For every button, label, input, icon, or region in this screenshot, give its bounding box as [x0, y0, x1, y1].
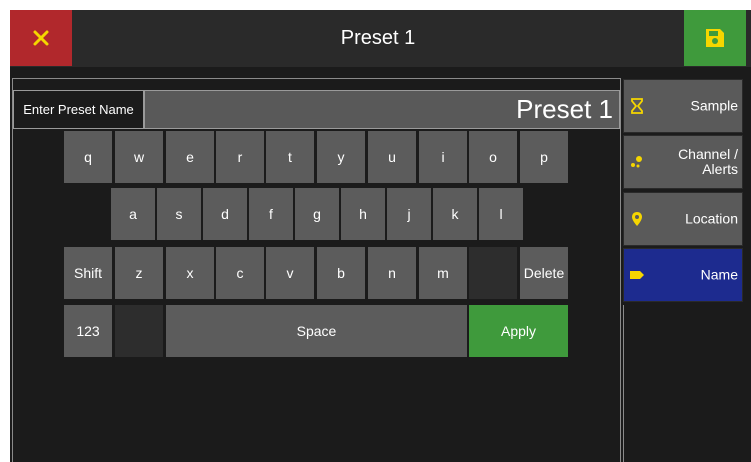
key-x[interactable]: x	[166, 247, 214, 299]
apply-button[interactable]: Apply	[469, 305, 568, 357]
nav-item-channel-alerts[interactable]: Channel / Alerts	[623, 135, 743, 189]
key-blank-2	[115, 305, 163, 357]
key-d[interactable]: d	[203, 188, 247, 240]
key-q[interactable]: q	[64, 131, 112, 183]
page-title: Preset 1	[340, 27, 416, 49]
key-u[interactable]: u	[368, 131, 416, 183]
key-g[interactable]: g	[295, 188, 339, 240]
key-b[interactable]: b	[317, 247, 365, 299]
nav-item-label: Location	[685, 210, 738, 227]
key-y[interactable]: y	[317, 131, 365, 183]
nav-item-label: Channel / Alerts	[678, 146, 738, 177]
key-o[interactable]: o	[469, 131, 517, 183]
close-button[interactable]	[10, 10, 72, 66]
nav-empty-area	[623, 305, 743, 462]
key-w[interactable]: w	[115, 131, 163, 183]
key-n[interactable]: n	[368, 247, 416, 299]
key-numbers[interactable]: 123	[64, 305, 112, 357]
tag-icon	[630, 271, 644, 279]
key-h[interactable]: h	[341, 188, 385, 240]
key-a[interactable]: a	[111, 188, 155, 240]
save-button[interactable]	[684, 10, 746, 66]
key-i[interactable]: i	[419, 131, 467, 183]
location-pin-icon	[632, 212, 642, 226]
nav-item-sample[interactable]: Sample	[623, 79, 743, 133]
key-blank	[469, 247, 517, 299]
hourglass-icon	[631, 98, 643, 114]
header-bar: Preset 1	[10, 10, 751, 67]
channel-icon	[631, 156, 642, 168]
key-e[interactable]: e	[166, 131, 214, 183]
key-m[interactable]: m	[419, 247, 467, 299]
preset-name-input[interactable]: Preset 1	[144, 90, 620, 129]
key-k[interactable]: k	[433, 188, 477, 240]
key-f[interactable]: f	[249, 188, 293, 240]
key-s[interactable]: s	[157, 188, 201, 240]
key-space[interactable]: Space	[166, 305, 467, 357]
close-icon	[33, 30, 49, 46]
key-j[interactable]: j	[387, 188, 431, 240]
key-v[interactable]: v	[266, 247, 314, 299]
nav-item-location[interactable]: Location	[623, 192, 743, 246]
key-l[interactable]: l	[479, 188, 523, 240]
key-p[interactable]: p	[520, 131, 568, 183]
save-icon	[706, 29, 724, 47]
nav-item-label: Sample	[690, 97, 738, 114]
key-c[interactable]: c	[216, 247, 264, 299]
key-shift[interactable]: Shift	[64, 247, 112, 299]
key-t[interactable]: t	[266, 131, 314, 183]
nav-item-label: Name	[700, 266, 738, 283]
name-field-label: Enter Preset Name	[13, 90, 144, 129]
key-z[interactable]: z	[115, 247, 163, 299]
key-r[interactable]: r	[216, 131, 264, 183]
key-delete[interactable]: Delete	[520, 247, 568, 299]
nav-item-name[interactable]: Name	[623, 248, 743, 302]
preset-screen: Preset 1 Enter Preset Name Preset 1 q w …	[10, 10, 751, 462]
